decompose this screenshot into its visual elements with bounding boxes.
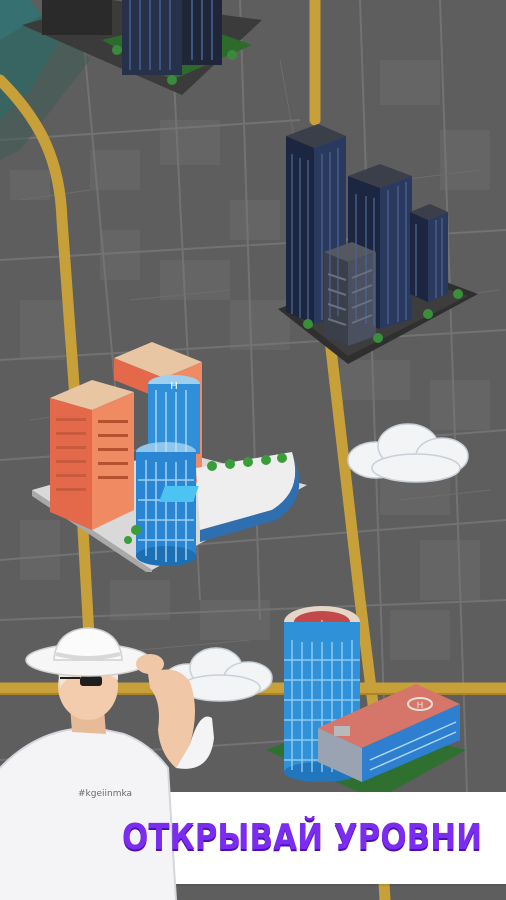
game-scene: H + H — [0, 0, 506, 900]
level-helipad-towers[interactable]: + H — [266, 600, 466, 800]
cloud-icon — [347, 423, 469, 483]
level-hospital-complex[interactable]: H — [32, 340, 310, 572]
svg-text:H: H — [417, 701, 424, 711]
level-blue-skyscrapers[interactable] — [278, 124, 478, 369]
promo-headline: ОТКРЫВАЙ УРОВНИ — [122, 817, 483, 858]
level-dark-office-towers[interactable] — [22, 0, 272, 100]
shirt-print: #kgeiinmka — [78, 789, 132, 799]
svg-text:H: H — [170, 381, 178, 392]
